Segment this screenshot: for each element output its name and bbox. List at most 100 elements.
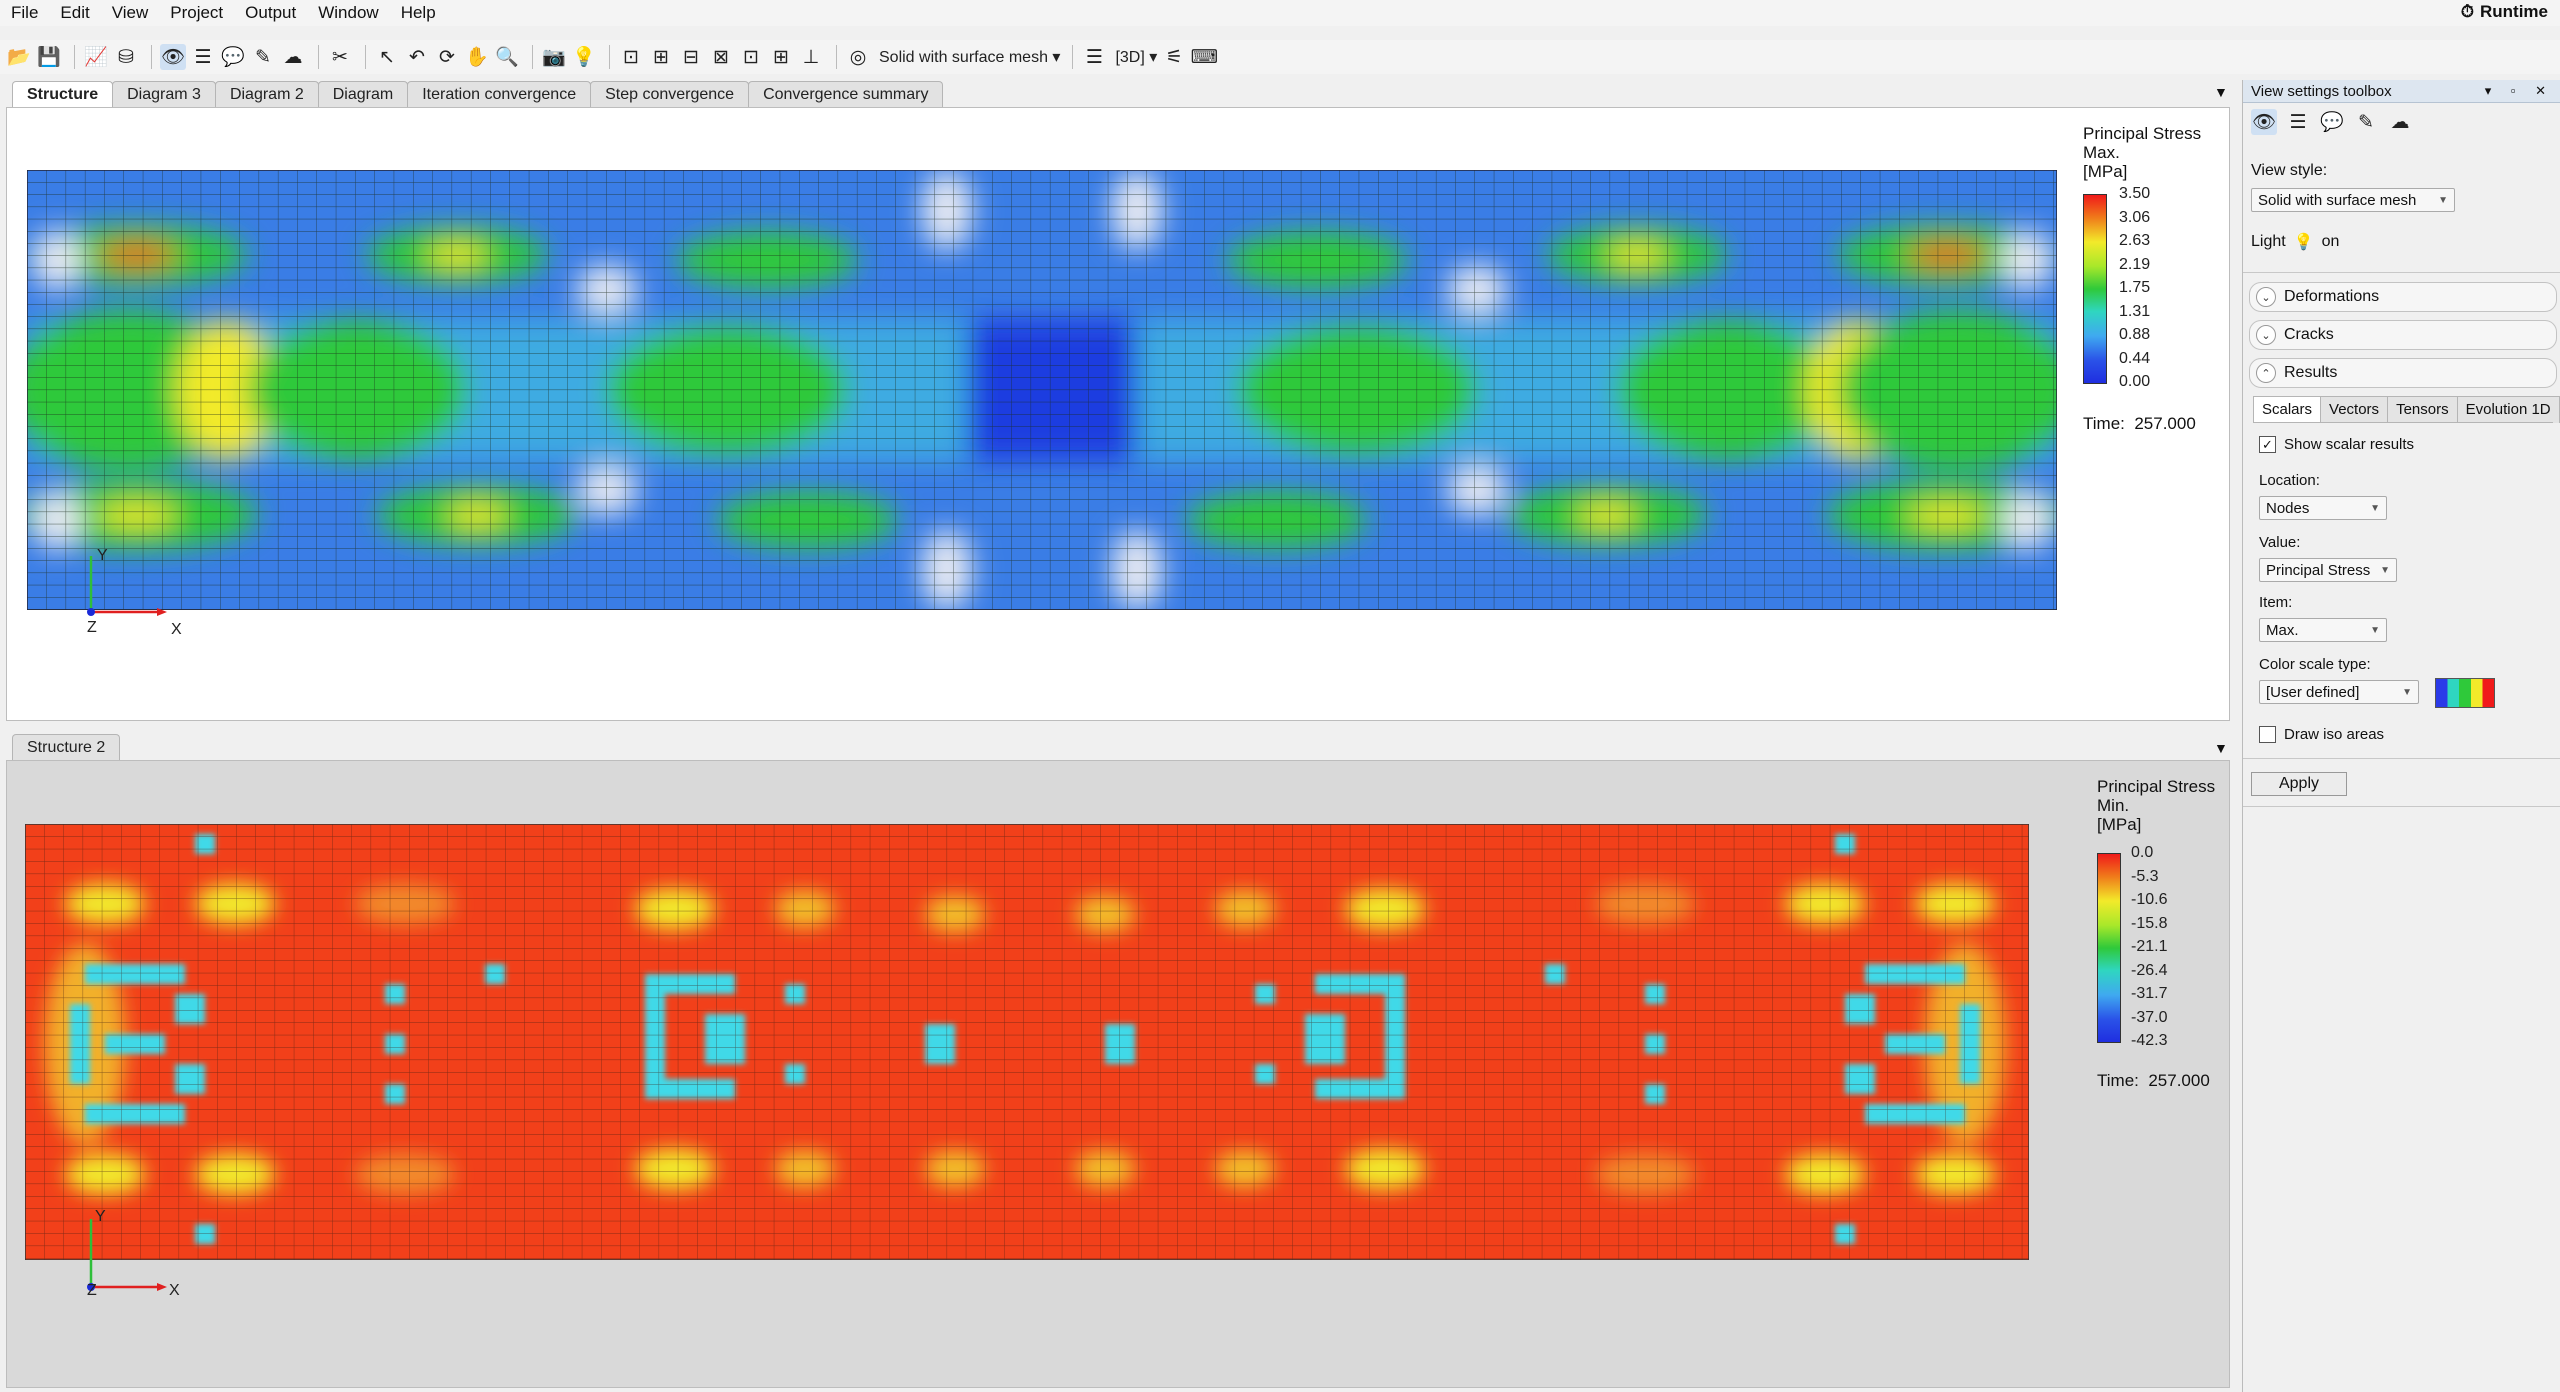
- view-front-icon[interactable]: ⊡: [618, 44, 644, 70]
- menu-output[interactable]: Output: [234, 3, 307, 23]
- menu-project[interactable]: Project: [159, 3, 234, 23]
- item-label: Item:: [2259, 594, 2293, 611]
- cloud-icon[interactable]: ☁: [2387, 109, 2413, 135]
- tab-diagram-2[interactable]: Diagram 2: [214, 81, 319, 108]
- apply-button[interactable]: Apply: [2251, 772, 2347, 796]
- show-scalar-checkbox[interactable]: ✓: [2259, 436, 2276, 453]
- axis-y-label: Y: [97, 547, 108, 564]
- comment-icon[interactable]: 💬: [2319, 109, 2345, 135]
- legend-tick: 0.0: [2131, 844, 2154, 861]
- subtab-scalars[interactable]: Scalars: [2253, 396, 2322, 423]
- tab-list-dropdown-icon[interactable]: ▼: [2214, 740, 2228, 756]
- show-scalar-label: Show scalar results: [2284, 436, 2415, 453]
- location-select[interactable]: Nodes ▼: [2259, 496, 2387, 520]
- legend-unit: [MPa]: [2083, 162, 2128, 181]
- surface-mesh: [27, 170, 2057, 610]
- value-select[interactable]: Principal Stress ▼: [2259, 558, 2397, 582]
- tab-iteration-convergence[interactable]: Iteration convergence: [407, 81, 592, 108]
- legend-bottom: Principal Stress Min. [MPa]: [2097, 777, 2227, 834]
- legend-tick: 0.00: [2119, 373, 2151, 390]
- show-scalar-row[interactable]: ✓ Show scalar results: [2259, 436, 2414, 453]
- pointer-icon[interactable]: ↖: [374, 44, 400, 70]
- tab-structure[interactable]: Structure: [12, 81, 114, 108]
- structure-view-bottom[interactable]: Y Z X Principal Stress Min. [MPa] 0.0 -5…: [6, 760, 2230, 1388]
- lightbulb-icon[interactable]: 💡: [571, 44, 597, 70]
- section-results[interactable]: ⌃ Results: [2249, 358, 2557, 388]
- color-scale-type-select[interactable]: [User defined] ▼: [2259, 680, 2419, 704]
- view-style-select[interactable]: Solid with surface mesh ▼: [2251, 188, 2455, 212]
- subtab-tensors[interactable]: Tensors: [2387, 396, 2458, 423]
- stack-icon[interactable]: ☰: [1081, 44, 1107, 70]
- draw-iso-checkbox[interactable]: [2259, 726, 2276, 743]
- subtab-vectors[interactable]: Vectors: [2320, 396, 2389, 423]
- view-right-icon[interactable]: ⊠: [708, 44, 734, 70]
- camera-icon[interactable]: 📷: [541, 44, 567, 70]
- axis-y-label: Y: [95, 1208, 106, 1225]
- tab-step-convergence[interactable]: Step convergence: [590, 81, 750, 108]
- database-icon[interactable]: ⛁: [113, 44, 139, 70]
- toolbar-separator: [74, 45, 75, 69]
- pan-hand-icon[interactable]: ✋: [464, 44, 490, 70]
- cloud-icon[interactable]: ☁: [280, 44, 306, 70]
- toolbox-window-controls[interactable]: ▾ ▫ ✕: [2485, 83, 2560, 99]
- legend-title: Principal Stress: [2097, 777, 2216, 796]
- structure-view-top[interactable]: Y Z X Principal Stress Max. [MPa] 3.50 3…: [6, 107, 2230, 721]
- toolbox-title: View settings toolbox: [2251, 82, 2392, 100]
- chart-icon[interactable]: 📈: [83, 44, 109, 70]
- stress-min-contour[interactable]: [25, 824, 2029, 1260]
- undo-icon[interactable]: ↶: [404, 44, 430, 70]
- legend-tick: -15.8: [2131, 914, 2168, 932]
- view-back-icon[interactable]: ⊞: [648, 44, 674, 70]
- axes-icon[interactable]: ⊥: [798, 44, 824, 70]
- divider: [2243, 758, 2560, 759]
- tab-structure-2[interactable]: Structure 2: [12, 734, 121, 761]
- menu-help[interactable]: Help: [390, 3, 447, 23]
- legend-ticks-top: 3.50 3.06 2.63 2.19 1.75 1.31 0.88 0.44 …: [2119, 186, 2179, 390]
- legend-tick: 2.19: [2119, 255, 2151, 273]
- menu-bar: File Edit View Project Output Window Hel…: [0, 0, 2560, 26]
- top-tab-bar: Structure Diagram 3 Diagram 2 Diagram It…: [12, 80, 944, 108]
- tab-diagram-3[interactable]: Diagram 3: [112, 81, 216, 108]
- light-label: Light: [2251, 233, 2286, 250]
- keyboard-icon[interactable]: ⌨: [1191, 44, 1218, 70]
- subtab-evolution-1d[interactable]: Evolution 1D: [2456, 396, 2560, 423]
- lightbulb-icon[interactable]: 💡: [2294, 232, 2314, 252]
- view-top-icon[interactable]: ⊡: [738, 44, 764, 70]
- toolbar-separator: [609, 45, 610, 69]
- edit-icon[interactable]: ✎: [250, 44, 276, 70]
- section-cracks[interactable]: ⌄ Cracks: [2249, 320, 2557, 350]
- view-style-dropdown[interactable]: Solid with surface mesh ▾: [879, 47, 1060, 67]
- menu-edit[interactable]: Edit: [49, 3, 100, 23]
- comment-icon[interactable]: 💬: [220, 44, 246, 70]
- section-deformations[interactable]: ⌄ Deformations: [2249, 282, 2557, 312]
- eye-icon[interactable]: 👁: [160, 44, 186, 70]
- tab-diagram[interactable]: Diagram: [317, 81, 409, 108]
- menu-window[interactable]: Window: [307, 3, 389, 23]
- measure-icon[interactable]: ⚟: [1161, 44, 1187, 70]
- toolbar-separator: [151, 45, 152, 69]
- menu-file[interactable]: File: [0, 3, 49, 23]
- runtime-button[interactable]: ⏱ Runtime: [2461, 2, 2548, 22]
- view-style-icon: ◎: [849, 46, 867, 68]
- color-scale-swatch-button[interactable]: [2435, 678, 2495, 708]
- rotate-icon[interactable]: ⟳: [434, 44, 460, 70]
- stress-max-contour[interactable]: [27, 170, 2057, 610]
- edit-icon[interactable]: ✎: [2353, 109, 2379, 135]
- view-left-icon[interactable]: ⊟: [678, 44, 704, 70]
- menu-view[interactable]: View: [101, 3, 160, 23]
- eye-icon[interactable]: 👁: [2251, 109, 2277, 135]
- layers-icon[interactable]: ☰: [190, 44, 216, 70]
- zoom-icon[interactable]: 🔍: [494, 44, 520, 70]
- draw-iso-row[interactable]: Draw iso areas: [2259, 726, 2384, 743]
- save-icon[interactable]: 💾: [36, 44, 62, 70]
- open-folder-icon[interactable]: 📂: [6, 44, 32, 70]
- item-select[interactable]: Max. ▼: [2259, 618, 2387, 642]
- tab-list-dropdown-icon[interactable]: ▼: [2214, 84, 2228, 100]
- layers-icon[interactable]: ☰: [2285, 109, 2311, 135]
- view-bottom-icon[interactable]: ⊞: [768, 44, 794, 70]
- legend-tick: 0.44: [2119, 349, 2151, 367]
- tools-icon[interactable]: ✂: [327, 44, 353, 70]
- mode-dropdown[interactable]: [3D] ▾: [1115, 47, 1157, 67]
- view-settings-toolbox: View settings toolbox ▾ ▫ ✕ 👁 ☰ 💬 ✎ ☁ Vi…: [2242, 80, 2560, 1392]
- tab-convergence-summary[interactable]: Convergence summary: [748, 81, 944, 108]
